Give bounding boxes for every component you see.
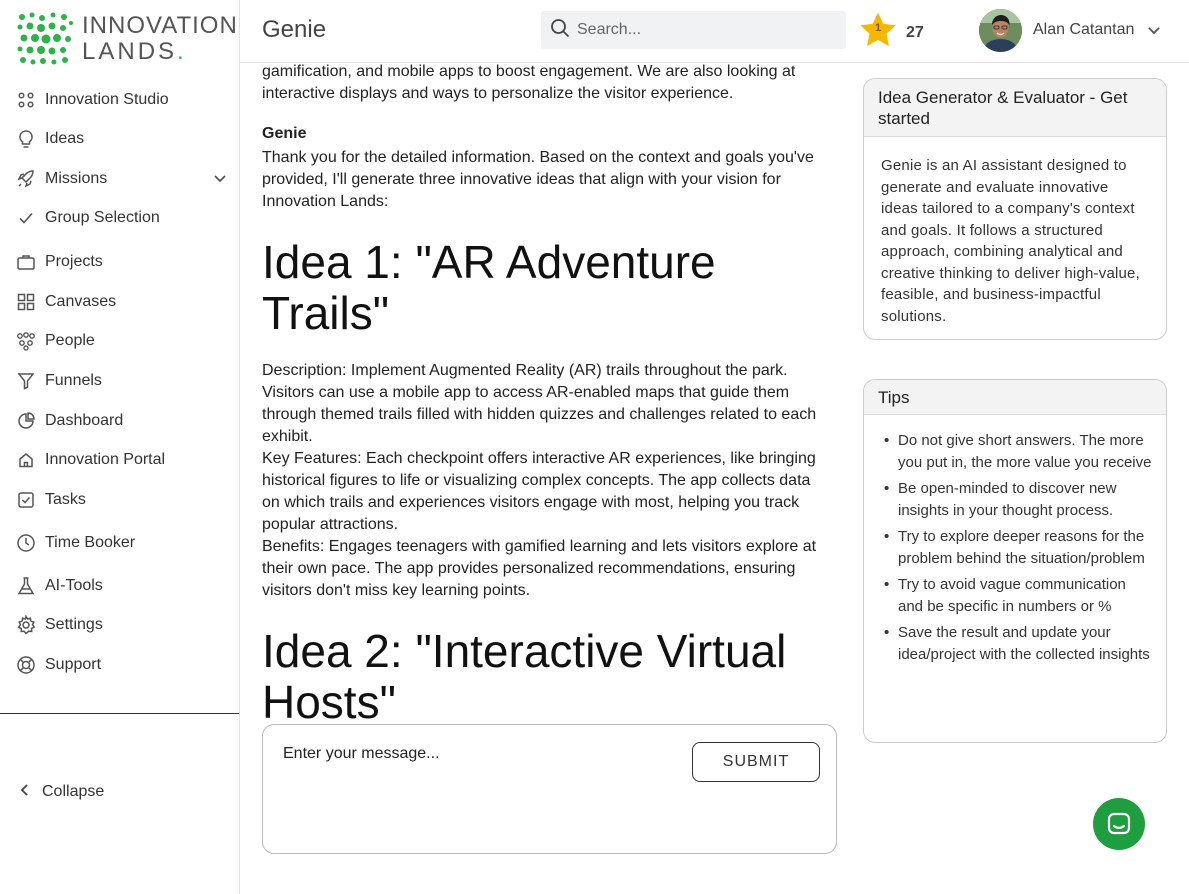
sidebar-item-label: Time Booker — [45, 534, 136, 551]
search-bar[interactable] — [541, 11, 846, 49]
chat-bubble-icon — [1107, 812, 1131, 835]
info-card-title: Idea Generator & Evaluator - Get started — [864, 79, 1166, 137]
sidebar-item-settings[interactable]: Settings — [0, 607, 239, 643]
home-icon — [16, 450, 36, 470]
tips-card: Tips Do not give short answers. The more… — [863, 379, 1167, 743]
level-number: 1 — [874, 22, 882, 34]
sidebar-item-ai-tools[interactable]: AI-Tools — [0, 568, 239, 604]
sidebar-item-label: Missions — [45, 170, 108, 187]
chevron-left-icon — [18, 783, 32, 802]
briefcase-icon — [16, 252, 36, 272]
dots-grid-icon — [16, 90, 36, 110]
idea1-heading: Idea 1: "AR Adventure Trails" — [262, 236, 716, 339]
idea1-features: Key Features: Each checkpoint offers int… — [262, 450, 816, 533]
clock-icon — [16, 533, 36, 553]
sidebar-item-funnels[interactable]: Funnels — [0, 363, 239, 399]
sidebar-item-label: Ideas — [45, 130, 85, 147]
tip-item: Be open-minded to discover new insights … — [882, 478, 1152, 521]
sidebar-item-label: AI-Tools — [45, 577, 103, 594]
chevron-down-icon[interactable] — [1146, 22, 1162, 43]
sidebar-item-label: Innovation Studio — [45, 91, 169, 108]
info-card: Idea Generator & Evaluator - Get started… — [863, 78, 1167, 340]
lifebuoy-icon — [16, 655, 36, 675]
brand-wordmark: INNOVATION LANDS. — [82, 13, 238, 65]
idea2-heading: Idea 2: "Interactive Virtual Hosts" — [262, 625, 787, 725]
sidebar-item-label: Group Selection — [45, 209, 160, 226]
message-speaker: Genie — [262, 125, 307, 142]
sidebar-item-dashboard[interactable]: Dashboard — [0, 403, 239, 439]
checkbox-icon — [16, 490, 36, 510]
sidebar-item-label: Projects — [45, 253, 103, 270]
tips-list: Do not give short answers. The more you … — [864, 415, 1166, 682]
sidebar-item-group-selection[interactable]: Group Selection — [0, 200, 239, 236]
sidebar-item-label: Funnels — [45, 372, 102, 389]
gear-icon — [16, 615, 36, 635]
top-header: Genie 1 27 Alan Catantan — [240, 0, 1189, 63]
collapse-button[interactable]: Collapse — [18, 780, 104, 804]
tip-item: Try to explore deeper reasons for the pr… — [882, 526, 1152, 569]
brand-logo[interactable]: INNOVATION LANDS. — [16, 10, 237, 68]
sidebar-item-canvases[interactable]: Canvases — [0, 284, 239, 320]
idea1-description: Description: Implement Augmented Reality… — [262, 362, 817, 445]
page-title: Genie — [262, 16, 327, 43]
tip-item: Save the result and update your idea/pro… — [882, 622, 1152, 665]
chat-scroll-content: gamification, and mobile apps to boost e… — [262, 64, 822, 724]
sidebar-item-innovation-studio[interactable]: Innovation Studio — [0, 82, 239, 118]
sidebar-item-innovation-portal[interactable]: Innovation Portal — [0, 442, 239, 478]
search-icon — [550, 18, 570, 43]
brand-name-line1: INNOVATION — [82, 12, 238, 39]
rocket-icon — [16, 169, 36, 189]
grid-icon — [16, 292, 36, 312]
sidebar-item-label: People — [45, 332, 95, 349]
sidebar-item-label: Support — [45, 656, 102, 673]
tip-item: Try to avoid vague communication and be … — [882, 574, 1152, 617]
avatar[interactable] — [979, 9, 1022, 52]
user-message-partial: gamification, and mobile apps to boost e… — [262, 64, 796, 102]
people-icon — [16, 331, 36, 351]
sidebar-divider — [0, 713, 239, 714]
message-input[interactable] — [283, 745, 683, 825]
lightbulb-icon — [16, 129, 36, 149]
tip-item: Do not give short answers. The more you … — [882, 430, 1152, 473]
chat-support-button[interactable] — [1093, 798, 1145, 850]
tips-card-title: Tips — [864, 380, 1166, 415]
flask-icon — [16, 576, 36, 596]
sidebar-item-support[interactable]: Support — [0, 647, 239, 683]
submit-button[interactable]: SUBMIT — [692, 742, 820, 782]
points-count: 27 — [906, 24, 924, 41]
sidebar-item-projects[interactable]: Projects — [0, 244, 239, 280]
sidebar-item-missions[interactable]: Missions — [0, 161, 239, 197]
sidebar-item-tasks[interactable]: Tasks — [0, 482, 239, 518]
sidebar-item-label: Dashboard — [45, 412, 124, 429]
funnel-icon — [16, 371, 36, 391]
check-icon — [16, 208, 36, 228]
sidebar-item-time-booker[interactable]: Time Booker — [0, 525, 239, 561]
sidebar-item-label: Settings — [45, 616, 103, 633]
info-card-body: Genie is an AI assistant designed to gen… — [881, 157, 1140, 325]
sidebar-item-label: Innovation Portal — [45, 451, 166, 468]
sidebar-item-label: Tasks — [45, 491, 86, 508]
brand-name-line2: LANDS — [82, 38, 178, 65]
brand-name-dot: . — [177, 38, 187, 65]
collapse-label: Collapse — [42, 783, 105, 800]
sidebar: INNOVATION LANDS. Innovation Studio Idea… — [0, 0, 240, 894]
pie-chart-icon — [16, 411, 36, 431]
message-composer: SUBMIT — [262, 724, 837, 854]
genie-intro: Thank you for the detailed information. … — [262, 149, 814, 210]
chevron-down-icon[interactable] — [213, 171, 227, 190]
chat-transcript[interactable]: gamification, and mobile apps to boost e… — [262, 64, 842, 724]
logo-dots-icon — [17, 12, 73, 65]
user-name[interactable]: Alan Catantan — [1033, 21, 1134, 39]
search-input[interactable] — [577, 21, 837, 39]
sidebar-item-people[interactable]: People — [0, 323, 239, 359]
idea1-benefits: Benefits: Engages teenagers with gamifie… — [262, 538, 817, 599]
level-star-badge[interactable]: 1 — [859, 11, 897, 49]
sidebar-item-label: Canvases — [45, 293, 117, 310]
sidebar-item-ideas[interactable]: Ideas — [0, 121, 239, 157]
